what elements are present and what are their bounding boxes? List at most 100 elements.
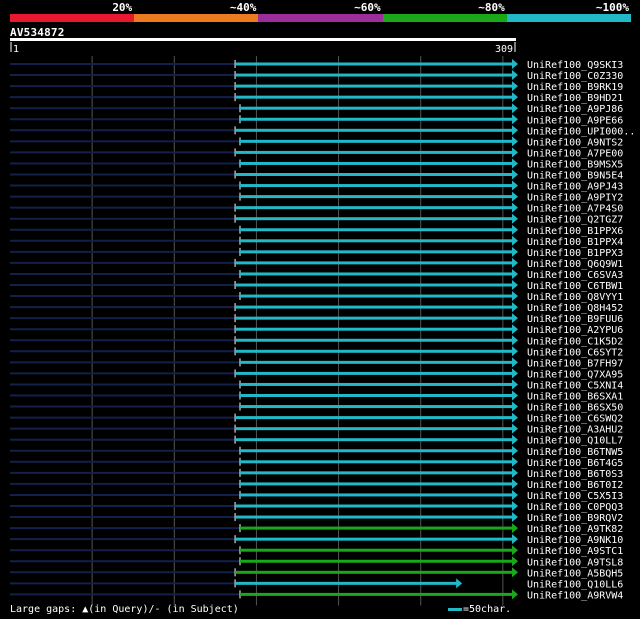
- hit-bar: [235, 504, 517, 508]
- hit-bar: [240, 394, 516, 397]
- hit-bar: [240, 161, 516, 165]
- hit-bar: [240, 239, 516, 243]
- hit-bar: [240, 294, 516, 298]
- hit-label: UniRef100_C0Z330: [527, 71, 623, 82]
- hit-bar: [235, 338, 517, 342]
- hit-bar: [240, 559, 516, 563]
- hit-arrow-icon: [512, 589, 518, 600]
- hit-label: UniRef100_C0PQQ3: [527, 502, 623, 513]
- hit-label: UniRef100_A9PE66: [527, 115, 623, 126]
- hit-bar: [235, 537, 517, 541]
- hit-bar: [235, 217, 517, 221]
- hit-label: UniRef100_B9MSX5: [527, 159, 623, 170]
- hit-label: UniRef100_Q8VYY1: [527, 292, 623, 303]
- hit-label: UniRef100_Q6Q9W1: [527, 259, 623, 270]
- hit-arrow-icon: [512, 224, 518, 235]
- hit-arrow-icon: [512, 70, 518, 81]
- hit-label: UniRef100_Q7XA95: [527, 369, 623, 380]
- hit-label: UniRef100_B1PPX4: [527, 237, 623, 248]
- hit-label: UniRef100_A9RVW4: [527, 590, 623, 601]
- gaps-legend: Large gaps: ▲(in Query)/- (in Subject): [10, 604, 239, 615]
- hit-bar: [235, 84, 517, 88]
- hit-arrow-icon: [512, 390, 518, 401]
- hit-arrow-icon: [512, 423, 518, 434]
- hit-arrow-icon: [512, 302, 518, 313]
- hit-label: UniRef100_A9STC1: [527, 546, 623, 557]
- hit-bar: [235, 316, 517, 320]
- hit-arrow-icon: [512, 523, 518, 534]
- hit-arrow-icon: [512, 81, 518, 92]
- hit-label: UniRef100_B1PPX6: [527, 226, 623, 237]
- hit-label: UniRef100_B6T4G5: [527, 458, 623, 469]
- hit-arrow-icon: [512, 567, 518, 578]
- hit-bar: [235, 438, 517, 442]
- query-end-label: 309: [495, 44, 513, 55]
- hit-label: UniRef100_A9NTS2: [527, 137, 623, 148]
- hit-bar: [235, 173, 517, 176]
- hit-label: UniRef100_C6SYT2: [527, 347, 623, 358]
- hit-label: UniRef100_B6T0S3: [527, 469, 623, 480]
- hit-arrow-icon: [512, 235, 518, 246]
- hit-arrow-icon: [512, 467, 518, 478]
- hit-arrow-icon: [512, 324, 518, 335]
- hit-label: UniRef100_B6T0I2: [527, 480, 623, 491]
- hit-label: UniRef100_Q10LL6: [527, 579, 623, 590]
- hit-bar: [235, 206, 517, 210]
- hit-arrow-icon: [512, 368, 518, 379]
- hit-arrow-icon: [512, 202, 518, 213]
- hit-arrow-icon: [512, 346, 518, 357]
- hit-arrow-icon: [512, 434, 518, 445]
- hit-label: UniRef100_A9TSL8: [527, 557, 623, 568]
- hit-arrow-icon: [512, 335, 518, 346]
- hit-bar: [235, 581, 461, 585]
- hit-arrow-icon: [512, 103, 518, 114]
- hit-label: UniRef100_C6TBW1: [527, 281, 623, 292]
- hit-arrow-icon: [512, 125, 518, 136]
- hit-bar: [235, 150, 517, 154]
- hit-label: UniRef100_Q9SKI3: [527, 60, 623, 71]
- hit-arrow-icon: [512, 313, 518, 324]
- hit-bar: [240, 272, 516, 276]
- hit-arrow-icon: [512, 379, 518, 390]
- hit-bar: [235, 261, 517, 265]
- hit-label: UniRef100_C5XNI4: [527, 380, 623, 391]
- hit-label: UniRef100_C6SVA3: [527, 270, 623, 281]
- hit-arrow-icon: [512, 357, 518, 368]
- hit-arrow-icon: [512, 147, 518, 158]
- hit-bar: [240, 482, 516, 486]
- hit-bar: [240, 405, 516, 409]
- hit-label: UniRef100_Q10LL7: [527, 436, 623, 447]
- hit-arrow-icon: [512, 401, 518, 412]
- hit-bar: [240, 250, 516, 254]
- hit-arrow-icon: [512, 59, 518, 69]
- hit-bar: [235, 73, 517, 77]
- alignment-overview: 1 309UniRef100_Q9SKI3UniRef100_C0Z330UniR…: [10, 38, 635, 606]
- hit-arrow-icon: [512, 291, 518, 302]
- hit-bar: [235, 371, 517, 375]
- hit-arrow-icon: [512, 412, 518, 423]
- hit-bar: [235, 128, 517, 132]
- hit-label: UniRef100_Q8H452: [527, 303, 623, 314]
- hit-bar: [240, 548, 516, 552]
- hit-arrow-icon: [512, 158, 518, 169]
- hit-label: UniRef100_A9NK10: [527, 535, 623, 546]
- hit-label: UniRef100_A9PJ86: [527, 104, 623, 115]
- hit-label: UniRef100_A7PE00: [527, 148, 623, 159]
- hit-bar: [240, 228, 516, 232]
- hit-bar: [240, 106, 516, 110]
- hit-label: UniRef100_A9PJ43: [527, 182, 623, 193]
- hit-label: UniRef100_B6SX50: [527, 403, 623, 414]
- hit-label: UniRef100_A2YPU6: [527, 325, 623, 336]
- hit-label: UniRef100_B9RK19: [527, 82, 623, 93]
- hit-arrow-icon: [512, 489, 518, 500]
- hit-label: UniRef100_B9N5E4: [527, 171, 623, 182]
- hit-bar: [235, 62, 517, 66]
- hit-bar: [240, 592, 516, 596]
- hit-arrow-icon: [512, 501, 518, 511]
- hit-arrow-icon: [512, 268, 518, 279]
- hit-label: UniRef100_A3AHU2: [527, 425, 623, 436]
- hit-arrow-icon: [512, 534, 518, 545]
- hit-arrow-icon: [512, 257, 518, 268]
- hit-bar: [235, 283, 517, 287]
- hit-label: UniRef100_B9FUU6: [527, 314, 623, 325]
